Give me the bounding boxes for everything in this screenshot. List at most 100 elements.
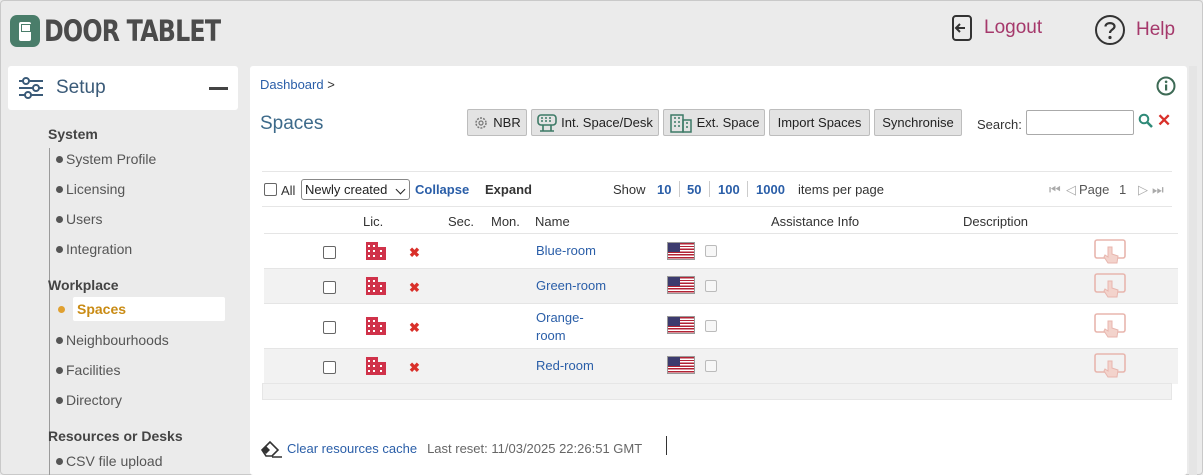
room-name-link[interactable]: Orange-room — [536, 309, 584, 345]
logo-text: DOOR TABLET — [44, 14, 221, 48]
collapse-link[interactable]: Collapse — [415, 182, 469, 197]
room-name-link[interactable]: Blue-room — [536, 242, 596, 260]
sidebar-item-csv-upload[interactable]: CSV file upload — [56, 449, 163, 473]
prev-page-icon[interactable]: ◁ — [1066, 182, 1076, 198]
touch-panel-icon[interactable] — [1094, 273, 1126, 299]
sidebar-item-neighbourhoods[interactable]: Neighbourhoods — [56, 328, 169, 352]
building-icon[interactable] — [365, 276, 387, 296]
room-name-link[interactable]: Red-room — [536, 357, 594, 375]
search-icon[interactable] — [1138, 113, 1154, 129]
table-row: ✖ Green-room — [264, 268, 1178, 304]
delete-x-icon[interactable]: ✖ — [409, 320, 420, 336]
sidebar-item-directory[interactable]: Directory — [56, 388, 122, 412]
row-checkbox[interactable] — [323, 246, 336, 259]
row-checkbox[interactable] — [323, 361, 336, 374]
sidebar-item-label: Users — [66, 211, 103, 227]
col-header-assistance-info: Assistance Info — [771, 214, 860, 229]
col-header-description: Description — [963, 214, 1029, 229]
breadcrumb-dashboard-link[interactable]: Dashboard — [260, 77, 324, 92]
table-row: ✖ Red-room — [264, 348, 1178, 384]
row-option-checkbox[interactable] — [705, 245, 717, 257]
import-spaces-button[interactable]: Import Spaces — [769, 109, 870, 136]
row-option-checkbox[interactable] — [705, 360, 717, 372]
us-flag-icon — [667, 242, 695, 260]
divider — [709, 181, 710, 197]
eraser-icon — [260, 440, 282, 458]
nbr-label: NBR — [493, 115, 521, 130]
list-controls: All Newly created Collapse Expand Show 1… — [262, 171, 1172, 207]
touch-panel-icon[interactable] — [1094, 353, 1126, 379]
clear-cache-link[interactable]: Clear resources cache — [287, 441, 417, 456]
nav-group-system: System — [48, 126, 98, 142]
building-icon[interactable] — [365, 356, 387, 376]
delete-x-icon[interactable]: ✖ — [409, 360, 420, 376]
col-header-name: Name — [535, 214, 570, 229]
sidebar-item-licensing[interactable]: Licensing — [56, 177, 126, 201]
row-option-checkbox[interactable] — [705, 280, 717, 292]
next-page-icon[interactable]: ▷ — [1138, 182, 1148, 198]
help-link[interactable]: Help — [1094, 14, 1175, 46]
room-name-link[interactable]: Green-room — [536, 277, 606, 295]
page-size-50[interactable]: 50 — [687, 182, 701, 197]
page-title: Spaces — [260, 113, 324, 134]
page-number[interactable]: 1 — [1119, 182, 1126, 197]
bullet-icon — [56, 186, 63, 193]
scrollbar[interactable] — [1189, 66, 1197, 475]
col-header-lic: Lic. — [363, 214, 384, 229]
row-checkbox[interactable] — [323, 321, 336, 334]
int-space-button[interactable]: Int. Space/Desk — [531, 109, 659, 136]
us-flag-icon — [667, 276, 695, 294]
search-input[interactable] — [1026, 110, 1134, 135]
delete-x-icon[interactable]: ✖ — [409, 280, 420, 296]
touch-panel-icon[interactable] — [1094, 313, 1126, 339]
info-icon[interactable] — [1156, 76, 1176, 96]
touch-panel-icon[interactable] — [1094, 239, 1126, 265]
nbr-button[interactable]: NBR — [467, 109, 527, 136]
row-option-checkbox[interactable] — [705, 320, 717, 332]
bullet-icon — [58, 306, 65, 313]
collapse-minus-icon[interactable] — [209, 87, 228, 90]
page-size-1000[interactable]: 1000 — [756, 182, 785, 197]
bullet-icon — [56, 216, 63, 223]
sidebar-item-system-profile[interactable]: System Profile — [56, 147, 156, 171]
divider — [679, 181, 680, 197]
first-page-icon[interactable]: ⏮ — [1049, 182, 1061, 198]
last-page-icon[interactable]: ⏭ — [1152, 182, 1164, 198]
sidebar-item-users[interactable]: Users — [56, 207, 103, 231]
expand-link[interactable]: Expand — [485, 182, 532, 197]
ext-space-button[interactable]: Ext. Space — [663, 109, 765, 136]
select-all-checkbox[interactable] — [264, 183, 277, 196]
last-reset-text: Last reset: 11/03/2025 22:26:51 GMT — [427, 440, 643, 456]
select-all-label: All — [281, 183, 296, 198]
sidebar-item-label: Licensing — [66, 181, 126, 197]
bullet-icon — [56, 367, 63, 374]
logo-icon — [10, 15, 40, 47]
table-row: ✖ Blue-room — [264, 233, 1178, 269]
synchronise-button[interactable]: Synchronise — [874, 109, 962, 136]
room-name-line: Orange- — [536, 310, 584, 325]
help-label: Help — [1136, 19, 1176, 40]
building-icon[interactable] — [365, 241, 387, 261]
gear-icon — [475, 116, 488, 129]
sort-select[interactable]: Newly created — [301, 179, 410, 200]
room-name-line: room — [536, 328, 566, 343]
page-size-10[interactable]: 10 — [657, 182, 671, 197]
page-size-100[interactable]: 100 — [718, 182, 740, 197]
sidebar-item-integration[interactable]: Integration — [56, 237, 132, 261]
page-label: Page — [1079, 182, 1110, 197]
text-cursor — [666, 436, 667, 455]
bullet-icon — [56, 246, 63, 253]
setup-header[interactable]: Setup — [8, 66, 238, 110]
logout-link[interactable]: Logout — [950, 14, 1042, 42]
delete-x-icon[interactable]: ✖ — [409, 245, 420, 261]
sidebar-item-label: Facilities — [66, 362, 121, 378]
building-icon[interactable] — [365, 316, 387, 336]
breadcrumb: Dashboard > — [260, 77, 335, 92]
clear-search-icon[interactable]: ✕ — [1157, 112, 1171, 129]
bullet-icon — [56, 458, 63, 465]
bullet-icon — [56, 337, 63, 344]
sidebar-item-facilities[interactable]: Facilities — [56, 358, 121, 382]
cache-bar: Clear resources cache Last reset: 11/03/… — [260, 438, 642, 458]
row-checkbox[interactable] — [323, 281, 336, 294]
sidebar-item-spaces[interactable]: Spaces — [58, 297, 225, 321]
